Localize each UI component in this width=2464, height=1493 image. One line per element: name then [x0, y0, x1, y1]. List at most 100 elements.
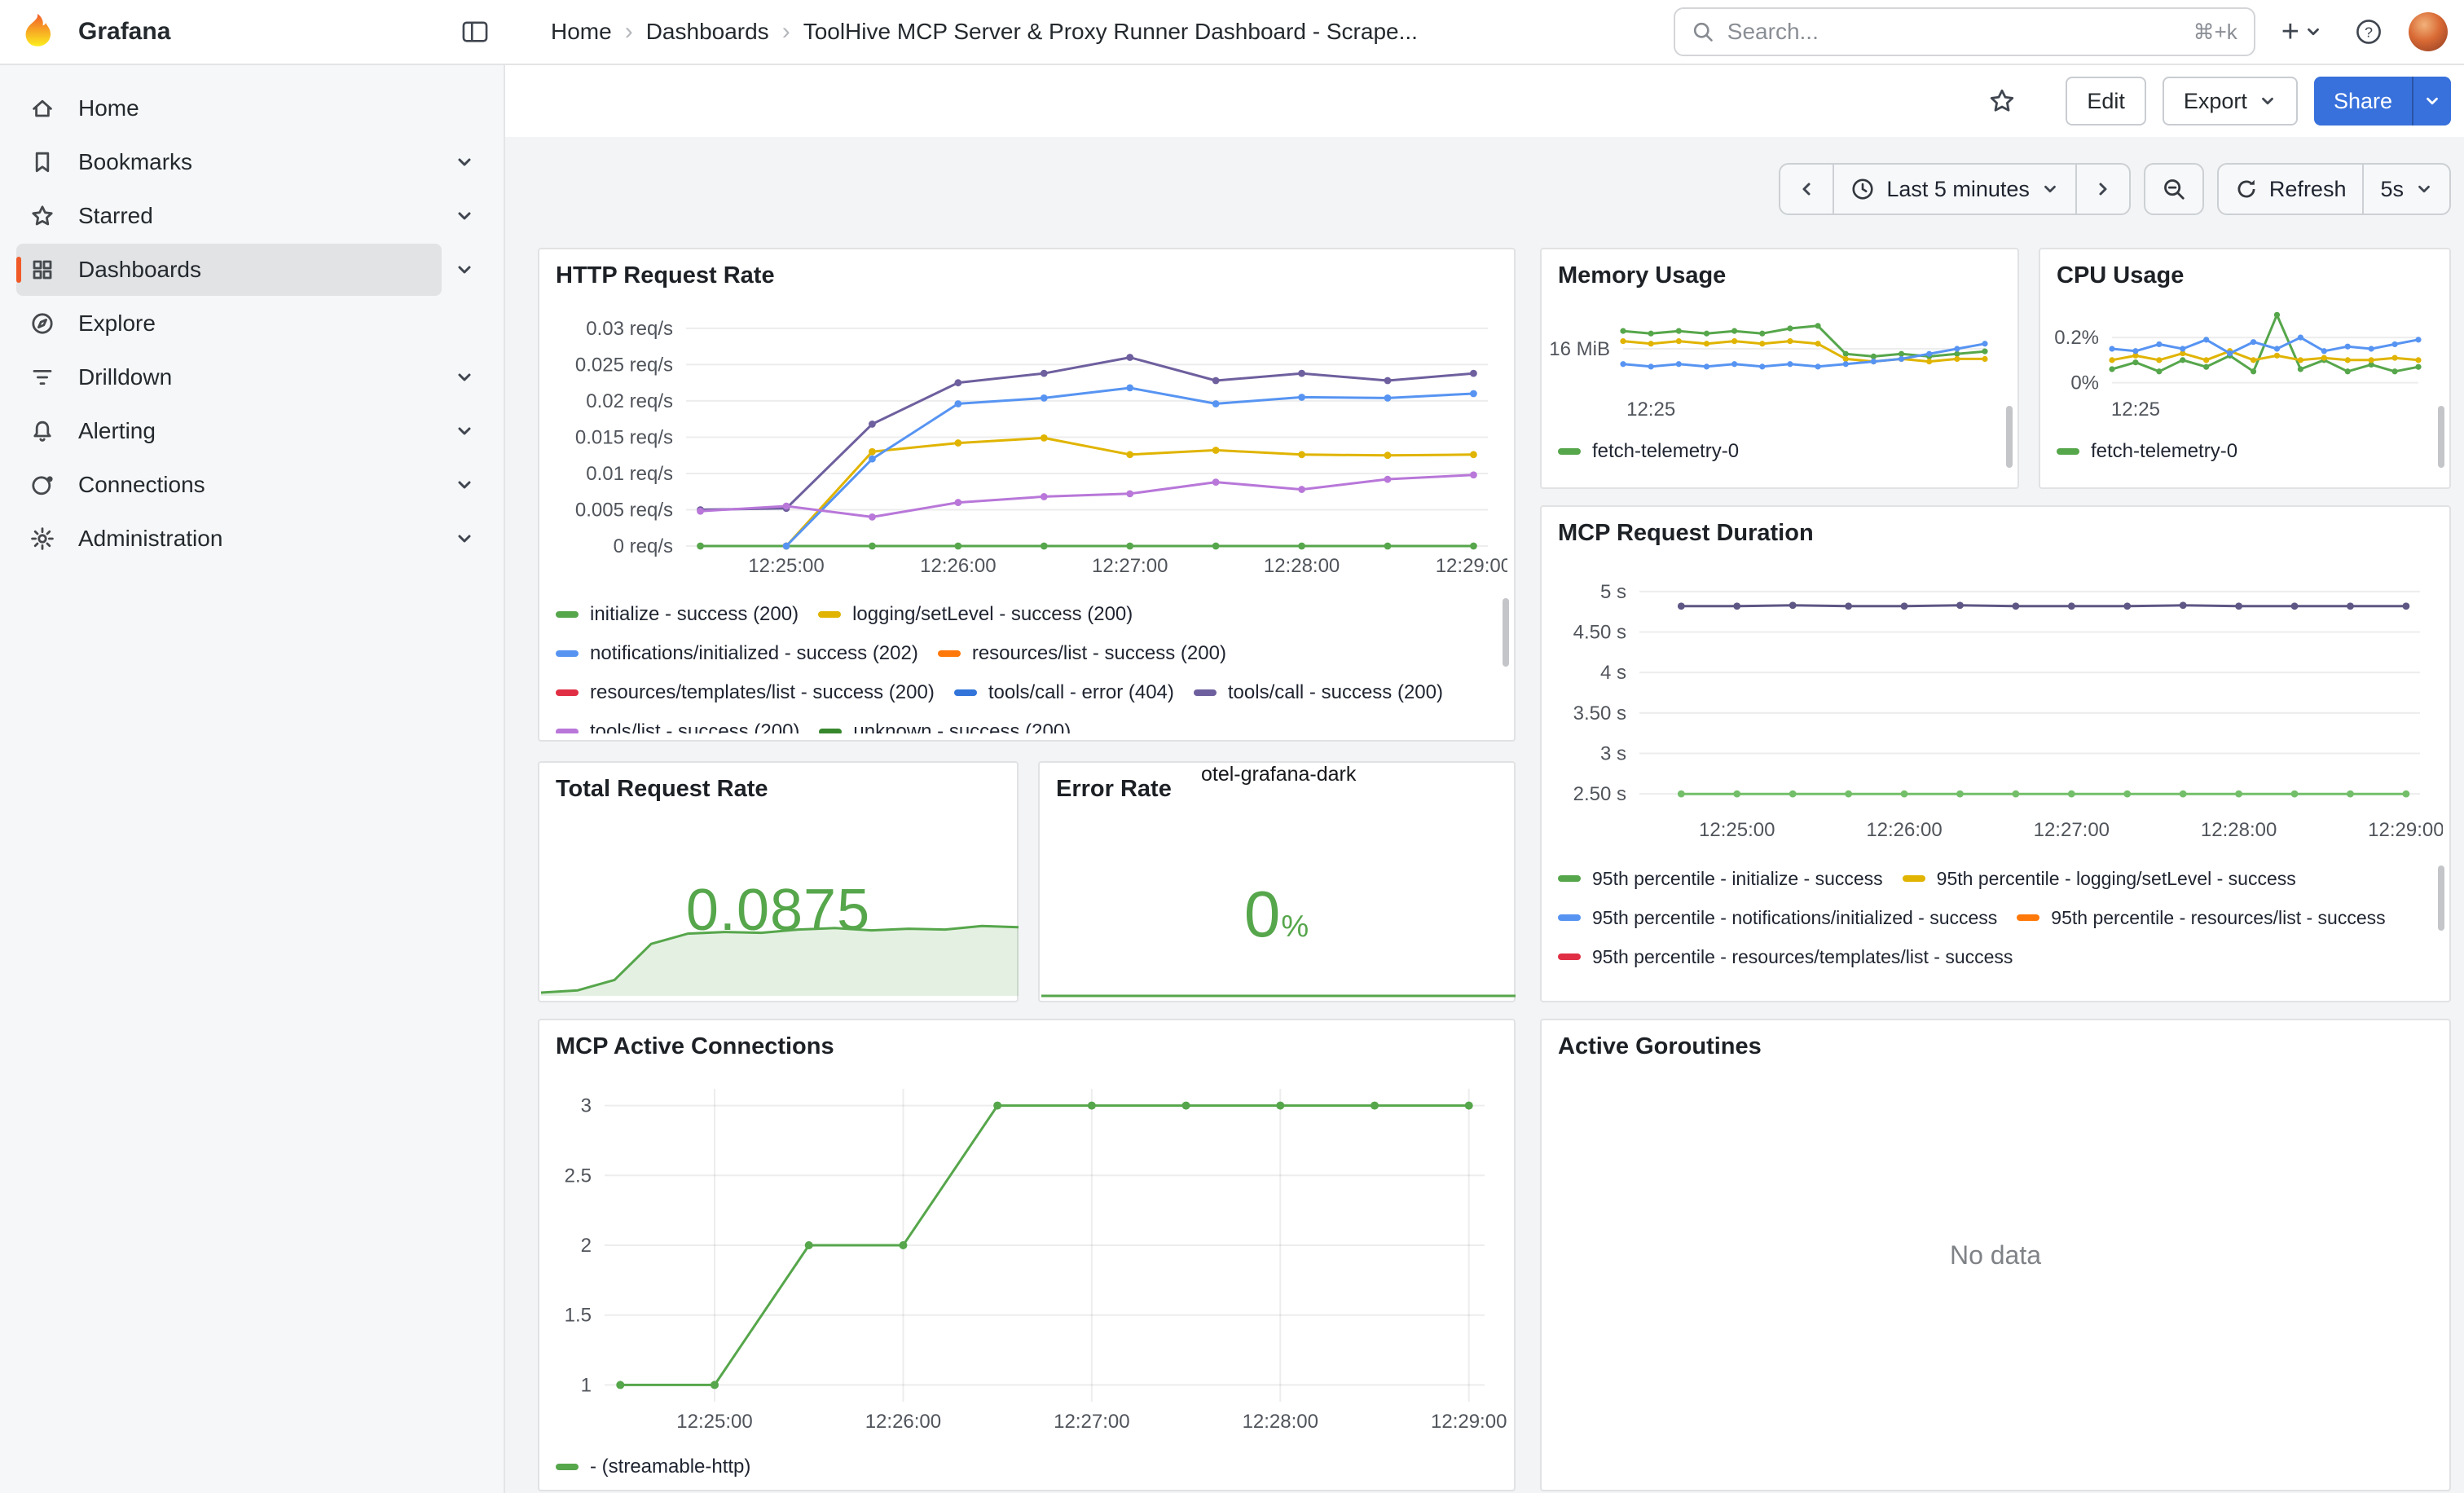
- legend-item[interactable]: tools/call - success (200): [1194, 673, 1443, 712]
- share-button[interactable]: Share: [2314, 77, 2412, 126]
- panel-scrollbar[interactable]: [2006, 406, 2013, 468]
- time-forward-button[interactable]: [2075, 165, 2129, 214]
- svg-text:12:27:00: 12:27:00: [1092, 555, 1168, 577]
- share-menu-button[interactable]: [2412, 77, 2451, 126]
- legend-swatch: [954, 689, 977, 696]
- sidebar-item-connections[interactable]: Connections: [16, 459, 442, 511]
- panel-title[interactable]: CPU Usage: [2040, 249, 2449, 289]
- sidebar-item-label: Connections: [78, 472, 205, 498]
- legend: - (streamable-http): [556, 1447, 750, 1486]
- sidebar-item-dashboards[interactable]: Dashboards: [16, 244, 442, 296]
- svg-text:3: 3: [581, 1095, 592, 1117]
- panel-title[interactable]: HTTP Request Rate: [539, 249, 1514, 289]
- sidebar-item-alerting[interactable]: Alerting: [16, 405, 442, 457]
- svg-text:16 MiB: 16 MiB: [1549, 338, 1610, 360]
- legend: fetch-telemetry-0: [1558, 432, 1739, 471]
- sidebar-item-label: Explore: [78, 310, 156, 337]
- legend-swatch: [938, 650, 961, 657]
- search-input[interactable]: [1727, 19, 2180, 45]
- legend-item[interactable]: resources/templates/list - success (200): [556, 673, 935, 712]
- svg-text:12:28:00: 12:28:00: [2201, 819, 2277, 841]
- zoom-out-button[interactable]: [2145, 165, 2202, 214]
- sidebar-item-administration[interactable]: Administration: [16, 513, 442, 565]
- export-button[interactable]: Export: [2163, 77, 2298, 126]
- legend-item[interactable]: unknown - success (200): [819, 712, 1071, 733]
- legend-scrollbar[interactable]: [1503, 598, 1509, 667]
- http-request-rate-chart[interactable]: 0 req/s0.005 req/s0.01 req/s0.015 req/s0…: [549, 305, 1507, 585]
- sidebar-nav: Home Bookmarks StarredDashboards Explore Dri…: [0, 65, 505, 1493]
- legend-item[interactable]: 95th percentile - notifications/initiali…: [1558, 898, 1997, 937]
- user-avatar[interactable]: [2409, 12, 2448, 51]
- search-box[interactable]: ⌘+k: [1674, 7, 2255, 56]
- sidebar-expand-alerting[interactable]: [442, 421, 487, 441]
- sidebar-item-label: Drilldown: [78, 364, 172, 390]
- legend-item[interactable]: notifications/initialized - success (202…: [556, 634, 918, 673]
- panel-title[interactable]: MCP Active Connections: [539, 1020, 1514, 1060]
- panel-active-goroutines: Active Goroutines No data: [1540, 1019, 2451, 1491]
- legend-item[interactable]: - (streamable-http): [556, 1447, 750, 1486]
- refresh-interval-picker[interactable]: 5s: [2362, 165, 2449, 214]
- legend-item[interactable]: 95th percentile - initialize - success: [1558, 859, 1883, 898]
- sidebar-expand-connections[interactable]: [442, 475, 487, 495]
- legend-swatch: [556, 650, 579, 657]
- sidebar-toggle-button[interactable]: [455, 13, 495, 51]
- nav-left: Grafana: [16, 11, 495, 53]
- svg-text:0.03 req/s: 0.03 req/s: [586, 318, 673, 340]
- panel-title[interactable]: Memory Usage: [1542, 249, 2017, 289]
- new-button[interactable]: +: [2275, 13, 2329, 51]
- svg-text:12:28:00: 12:28:00: [1243, 1411, 1318, 1433]
- memory-usage-chart[interactable]: 16 MiB 12:25: [1548, 295, 2001, 419]
- legend-label: tools/call - success (200): [1228, 681, 1443, 704]
- legend-item[interactable]: tools/call - error (404): [954, 673, 1174, 712]
- panel-scrollbar[interactable]: [2438, 406, 2444, 468]
- svg-text:12:27:00: 12:27:00: [2034, 819, 2110, 841]
- favorite-button[interactable]: [1981, 80, 2023, 122]
- sidebar-item-bookmarks[interactable]: Bookmarks: [16, 136, 442, 188]
- legend-scrollbar[interactable]: [2438, 865, 2444, 931]
- sidebar-item-starred[interactable]: Starred: [16, 190, 442, 242]
- sidebar-row: Connections: [0, 458, 504, 512]
- grafana-logo-icon[interactable]: [16, 11, 59, 53]
- sidebar-expand-bookmarks[interactable]: [442, 152, 487, 172]
- legend-label: 95th percentile - initialize - success: [1592, 868, 1883, 890]
- legend-swatch: [1903, 875, 1925, 882]
- legend-item[interactable]: 95th percentile - logging/setLevel - suc…: [1903, 859, 2296, 898]
- panel-title[interactable]: MCP Request Duration: [1542, 507, 2449, 547]
- breadcrumb-item[interactable]: Dashboards: [646, 19, 769, 45]
- legend-item[interactable]: resources/list - success (200): [938, 634, 1226, 673]
- edit-button[interactable]: Edit: [2066, 77, 2146, 126]
- time-back-button[interactable]: [1780, 165, 1833, 214]
- sidebar-item-explore[interactable]: Explore: [16, 297, 487, 350]
- legend-label: 95th percentile - resources/list - succe…: [2051, 907, 2385, 929]
- legend-item[interactable]: logging/setLevel - success (200): [818, 595, 1133, 634]
- chevron-down-icon: [2423, 92, 2441, 110]
- star-icon: [1987, 86, 2017, 116]
- legend-item[interactable]: fetch-telemetry-0: [2057, 432, 2237, 471]
- panel-title[interactable]: Total Request Rate: [539, 763, 1017, 803]
- sidebar-expand-drilldown[interactable]: [442, 368, 487, 387]
- legend-item[interactable]: 95th percentile - resources/templates/li…: [1558, 937, 2013, 976]
- cpu-usage-chart[interactable]: 0%0.2%12:25: [2047, 295, 2435, 419]
- legend-item[interactable]: tools/list - success (200): [556, 712, 799, 733]
- breadcrumb-item[interactable]: Home: [551, 19, 612, 45]
- sidebar-item-drilldown[interactable]: Drilldown: [16, 351, 442, 403]
- help-button[interactable]: ?: [2348, 11, 2389, 52]
- sidebar-expand-dashboards[interactable]: [442, 260, 487, 280]
- sidebar-item-label: Bookmarks: [78, 149, 192, 175]
- svg-text:12:25: 12:25: [1626, 399, 1675, 419]
- refresh-button[interactable]: Refresh: [2219, 165, 2363, 214]
- legend-item[interactable]: initialize - success (200): [556, 595, 799, 634]
- legend-item[interactable]: 95th percentile - resources/list - succe…: [2017, 898, 2385, 937]
- breadcrumb-item[interactable]: ToolHive MCP Server & Proxy Runner Dashb…: [803, 19, 1418, 45]
- sidebar-expand-administration[interactable]: [442, 529, 487, 548]
- sidebar-item-home[interactable]: Home: [16, 82, 487, 134]
- legend-item[interactable]: fetch-telemetry-0: [1558, 432, 1739, 471]
- svg-text:0.02 req/s: 0.02 req/s: [586, 390, 673, 412]
- mcp-request-duration-chart[interactable]: 2.50 s3 s3.50 s4 s4.50 s5 s12:25:0012:26…: [1551, 562, 2443, 849]
- mcp-active-connections-chart[interactable]: 11.522.5312:25:0012:26:0012:27:0012:28:0…: [549, 1069, 1507, 1444]
- time-range-picker[interactable]: Last 5 minutes: [1833, 165, 2075, 214]
- breadcrumb: Home›Dashboards›ToolHive MCP Server & Pr…: [551, 18, 1418, 46]
- star-icon: [29, 203, 55, 229]
- breadcrumb-separator: ›: [625, 18, 633, 46]
- sidebar-expand-starred[interactable]: [442, 206, 487, 226]
